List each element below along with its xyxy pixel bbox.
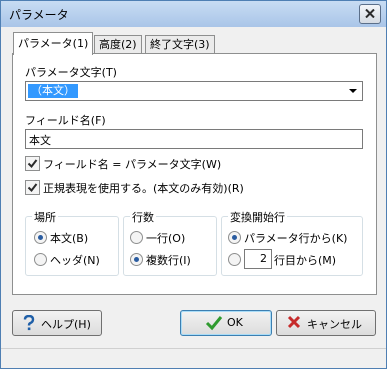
field-name-label: フィールド名(F) xyxy=(25,114,106,127)
field-name-input[interactable]: 本文 xyxy=(25,129,363,149)
line-number-input[interactable]: 2 xyxy=(244,249,272,269)
from-line-number-radio[interactable] xyxy=(228,253,241,266)
param-char-value: （本文） xyxy=(28,84,78,98)
checkmark-icon xyxy=(205,316,223,331)
tab-advanced[interactable]: 高度(2) xyxy=(94,35,142,54)
single-line-radio[interactable] xyxy=(130,231,143,244)
from-param-line-radio[interactable] xyxy=(228,231,241,244)
location-header-radio[interactable] xyxy=(34,253,47,266)
param-char-label: パラメータ文字(T) xyxy=(25,66,117,79)
tab-end-char-label: 終了文字(3) xyxy=(150,38,210,51)
chevron-down-icon[interactable] xyxy=(349,89,357,93)
lines-group-title: 行数 xyxy=(130,209,156,225)
location-header-label: ヘッダ(N) xyxy=(50,254,100,267)
field-name-value: 本文 xyxy=(29,134,51,147)
use-regex-label: 正規表現を使用する。(本文のみ有効)(R) xyxy=(43,182,244,195)
multi-line-radio[interactable] xyxy=(130,253,143,266)
divider xyxy=(1,348,386,349)
tab-parameter[interactable]: パラメータ(1) xyxy=(13,32,94,55)
location-body-radio[interactable] xyxy=(34,231,47,244)
dialog-window: パラメータ パラメータ(1) 高度(2) 終了文字(3) パラメータ文字(T) … xyxy=(0,0,387,369)
checkmark-icon xyxy=(27,159,38,169)
location-body-label: 本文(B) xyxy=(50,232,89,245)
help-button[interactable]: ヘルプ(H) xyxy=(12,310,102,336)
help-button-label: ヘルプ(H) xyxy=(41,318,91,331)
close-icon xyxy=(365,9,375,18)
title-bar[interactable]: パラメータ xyxy=(1,1,386,27)
multi-line-label: 複数行(I) xyxy=(146,254,191,267)
close-button[interactable] xyxy=(359,4,381,24)
single-line-label: 一行(O) xyxy=(146,232,186,245)
tab-parameter-label: パラメータ(1) xyxy=(18,37,89,50)
question-icon xyxy=(23,315,35,331)
tab-panel: パラメータ文字(T) （本文） フィールド名(F) 本文 フィールド名 = パラ… xyxy=(12,53,377,295)
checkmark-icon xyxy=(27,183,38,193)
tab-advanced-label: 高度(2) xyxy=(99,38,137,51)
use-regex-checkbox[interactable] xyxy=(25,180,40,195)
cancel-button-label: キャンセル xyxy=(307,318,362,331)
lines-group: 行数 一行(O) 複数行(I) xyxy=(123,209,217,276)
location-group: 場所 本文(B) ヘッダ(N) xyxy=(25,209,119,276)
cross-icon xyxy=(287,315,301,329)
cancel-button[interactable]: キャンセル xyxy=(276,310,376,336)
line-number-value: 2 xyxy=(260,252,267,265)
window-title: パラメータ xyxy=(9,8,69,22)
ok-button-label: OK xyxy=(227,316,243,329)
from-line-number-label: 行目から(M) xyxy=(274,254,337,267)
field-equals-param-checkbox[interactable] xyxy=(25,156,40,171)
start-line-group-title: 変換開始行 xyxy=(228,209,287,225)
field-equals-param-label: フィールド名 = パラメータ文字(W) xyxy=(43,158,222,171)
param-char-combobox[interactable]: （本文） xyxy=(25,81,363,101)
tab-end-char[interactable]: 終了文字(3) xyxy=(145,35,215,54)
location-group-title: 場所 xyxy=(32,209,58,225)
ok-button[interactable]: OK xyxy=(180,310,272,336)
start-line-group: 変換開始行 パラメータ行から(K) 2 行目から(M) xyxy=(221,209,363,276)
from-param-line-label: パラメータ行から(K) xyxy=(244,232,348,245)
